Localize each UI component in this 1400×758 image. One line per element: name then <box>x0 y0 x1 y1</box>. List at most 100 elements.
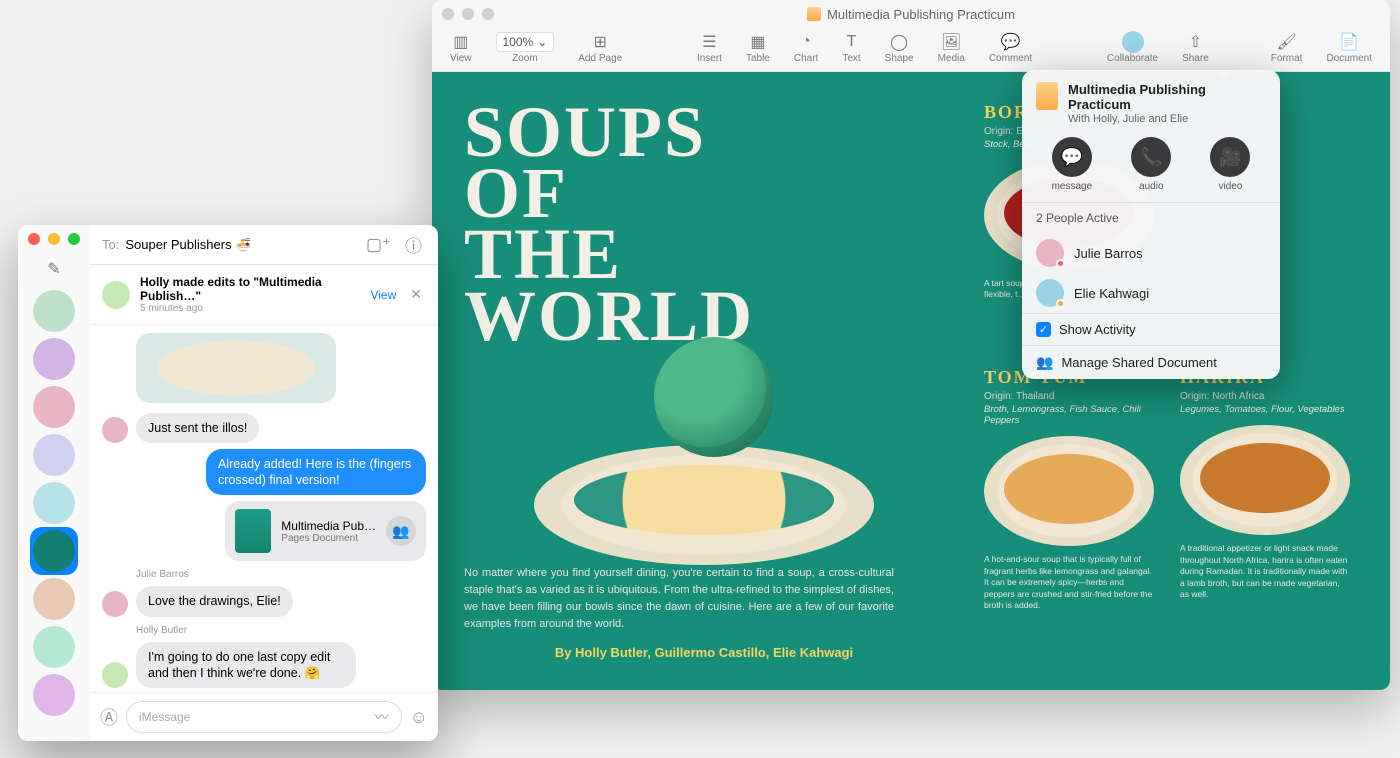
zoom-dot[interactable] <box>68 233 80 245</box>
view-icon: ▥ <box>453 31 468 53</box>
conversation-item[interactable] <box>30 335 78 383</box>
message-bubble[interactable]: I'm going to do one last copy edit and t… <box>136 642 356 689</box>
message-bubble[interactable]: Already added! Here is the (fingers cros… <box>206 449 426 496</box>
compose-button[interactable]: ✎ <box>42 257 66 281</box>
conversation-item[interactable] <box>30 527 78 575</box>
text-icon: T <box>847 31 857 53</box>
messages-header: To: Souper Publishers 🍜 ▢⁺ ⓘ <box>90 225 438 265</box>
popover-subtitle: With Holly, Julie and Elie <box>1068 113 1266 125</box>
popover-title: Multimedia Publishing Practicum <box>1068 82 1266 112</box>
notif-view-link[interactable]: View <box>370 288 396 302</box>
message-input-row: Ⓐ iMessage 〰 ☺ <box>90 692 438 741</box>
comment-tool[interactable]: 💬Comment <box>981 28 1040 67</box>
recipe-description: A traditional appetizer or light snack m… <box>1180 543 1350 600</box>
recipe-origin: Origin: North Africa <box>1180 391 1350 402</box>
conversation-item[interactable] <box>30 575 78 623</box>
collab-people-icon[interactable]: 👥 <box>386 516 416 546</box>
recipe-description: A hot-and-sour soup that is typically fu… <box>984 554 1154 611</box>
emoji-icon[interactable]: ☺ <box>410 707 428 728</box>
table-tool[interactable]: ▦Table <box>738 28 778 67</box>
attachment-subtitle: Pages Document <box>281 533 376 544</box>
message-avatar <box>102 591 128 617</box>
view-tool[interactable]: ▥View <box>442 28 480 67</box>
message-input[interactable]: iMessage 〰 <box>126 701 402 733</box>
zoom-tool[interactable]: 100% ⌄Zoom <box>488 28 563 67</box>
collaborate-tool[interactable]: Collaborate <box>1099 28 1166 67</box>
toolbar: ▥View 100% ⌄Zoom ⊞Add Page ☰Insert ▦Tabl… <box>432 28 1390 72</box>
to-label: To: <box>102 237 119 252</box>
minimize-dot[interactable] <box>48 233 60 245</box>
message-bubble[interactable]: Just sent the illos! <box>136 413 259 443</box>
manage-label: Manage Shared Document <box>1061 355 1216 370</box>
details-icon[interactable]: ⓘ <box>401 232 426 257</box>
doc-intro: No matter where you find yourself dining… <box>464 565 894 633</box>
incoming-message: Just sent the illos! <box>102 413 426 443</box>
conversation-item[interactable] <box>30 479 78 527</box>
shape-tool[interactable]: ◯Shape <box>877 28 922 67</box>
audio-action[interactable]: 📞audio <box>1131 137 1171 192</box>
sender-label: Holly Butler <box>136 625 426 636</box>
conversation-item[interactable] <box>30 623 78 671</box>
show-activity-row[interactable]: ✓ Show Activity <box>1022 313 1280 345</box>
notif-close-icon[interactable]: ✕ <box>406 286 426 303</box>
messages-window-controls <box>28 233 80 245</box>
message-bubble[interactable]: Love the drawings, Elie! <box>136 586 293 616</box>
person-name: Julie Barros <box>1074 246 1143 261</box>
format-tool[interactable]: 🖌Format <box>1263 28 1311 67</box>
message-thread[interactable]: Just sent the illos! Already added! Here … <box>90 325 438 692</box>
document-tool[interactable]: 📄Document <box>1318 28 1380 67</box>
message-image[interactable] <box>136 333 336 403</box>
notif-text: Holly made edits to "Multimedia Publish…… <box>140 275 360 314</box>
conversation-item[interactable] <box>30 671 78 719</box>
share-icon: ⇧ <box>1189 31 1202 53</box>
collab-notification: Holly made edits to "Multimedia Publish…… <box>90 265 438 325</box>
people-icon: 👥 <box>1036 354 1053 371</box>
media-tool[interactable]: 🖼Media <box>930 28 973 67</box>
doc-thumb-icon <box>1036 82 1058 110</box>
message-action[interactable]: 💬message <box>1052 137 1093 192</box>
active-person[interactable]: Julie Barros <box>1022 233 1280 273</box>
attachment-title: Multimedia Pub… <box>281 519 376 533</box>
active-person[interactable]: Elie Kahwagi <box>1022 273 1280 313</box>
outgoing-message: Already added! Here is the (fingers cros… <box>102 449 426 496</box>
recipe-ingredients: Legumes, Tomatoes, Flour, Vegetables <box>1180 404 1350 415</box>
collaboration-popover: Multimedia Publishing Practicum With Hol… <box>1022 70 1280 379</box>
conversation-item[interactable] <box>30 383 78 431</box>
video-action[interactable]: 🎥video <box>1210 137 1250 192</box>
chart-tool[interactable]: ◔Chart <box>786 28 826 67</box>
conversation-avatar <box>33 530 75 572</box>
conversation-item[interactable] <box>30 431 78 479</box>
pages-titlebar: Multimedia Publishing Practicum <box>432 0 1390 28</box>
facetime-icon[interactable]: ▢⁺ <box>362 235 395 255</box>
person-name: Elie Kahwagi <box>1074 286 1149 301</box>
add-page-tool[interactable]: ⊞Add Page <box>570 28 630 67</box>
audio-wave-icon[interactable]: 〰 <box>375 707 389 727</box>
close-dot[interactable] <box>28 233 40 245</box>
insert-tool[interactable]: ☰Insert <box>689 28 730 67</box>
doc-headline: SOUPS OF THE WORLD <box>464 102 944 347</box>
show-activity-label: Show Activity <box>1059 322 1136 337</box>
manage-shared-row[interactable]: 👥 Manage Shared Document <box>1022 345 1280 379</box>
chevron-down-icon: ⌄ <box>537 35 547 49</box>
hero-illustration <box>534 337 874 565</box>
minimize-dot[interactable] <box>462 8 474 20</box>
show-activity-checkbox[interactable]: ✓ <box>1036 322 1051 337</box>
person-avatar <box>1036 239 1064 267</box>
messages-main: To: Souper Publishers 🍜 ▢⁺ ⓘ Holly made … <box>90 225 438 741</box>
attachment-bubble[interactable]: Multimedia Pub…Pages Document 👥 <box>225 501 426 561</box>
zoom-dot[interactable] <box>482 8 494 20</box>
collaborate-icon <box>1122 31 1144 53</box>
apps-icon[interactable]: Ⓐ <box>100 704 118 730</box>
chart-icon: ◔ <box>801 31 811 53</box>
sender-label: Julie Barros <box>136 569 426 580</box>
recipe-card: TOM YUM Origin: Thailand Broth, Lemongra… <box>984 367 1154 660</box>
conversation-item[interactable] <box>30 287 78 335</box>
text-tool[interactable]: TText <box>834 28 868 67</box>
recipe-card: HARIRA Origin: North Africa Legumes, Tom… <box>1180 367 1350 660</box>
close-dot[interactable] <box>442 8 454 20</box>
share-tool[interactable]: ⇧Share <box>1174 28 1217 67</box>
message-avatar <box>102 417 128 443</box>
conversation-avatar <box>33 338 75 380</box>
zoom-value: 100% ⌄ <box>496 31 555 53</box>
recipe-origin: Origin: Thailand <box>984 391 1154 402</box>
